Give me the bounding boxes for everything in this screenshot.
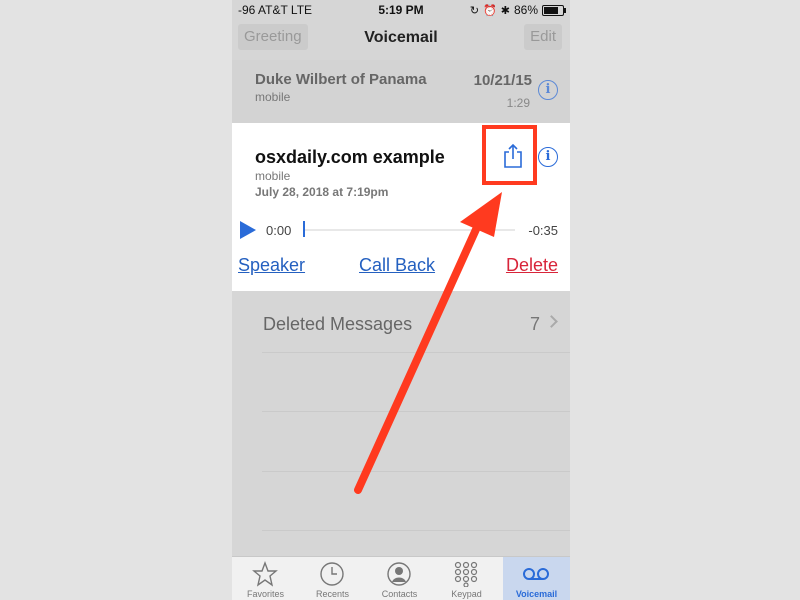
deleted-messages-row[interactable]: Deleted Messages 7 bbox=[232, 291, 570, 357]
keypad-icon bbox=[454, 561, 478, 587]
playhead[interactable] bbox=[303, 221, 305, 237]
voicemail-row[interactable]: Duke Wilbert of Panama mobile 10/21/15 1… bbox=[232, 60, 570, 123]
alarm-icon: ⏰ bbox=[483, 4, 497, 17]
edit-button[interactable]: Edit bbox=[524, 24, 562, 50]
star-icon bbox=[252, 561, 278, 587]
battery-icon bbox=[542, 4, 566, 16]
info-icon[interactable]: i bbox=[538, 147, 558, 167]
tab-favorites[interactable]: Favorites bbox=[232, 557, 299, 600]
tab-contacts[interactable]: Contacts bbox=[366, 557, 433, 600]
divider bbox=[262, 411, 570, 412]
person-icon bbox=[387, 562, 411, 586]
tab-label: Keypad bbox=[451, 589, 482, 599]
expanded-voicemail: osxdaily.com example mobile July 28, 201… bbox=[232, 123, 570, 291]
share-icon[interactable] bbox=[502, 143, 524, 169]
lock-rotation-icon: ↻ bbox=[469, 4, 480, 17]
divider bbox=[262, 352, 570, 353]
background-right bbox=[570, 0, 800, 600]
voicemail-icon bbox=[523, 568, 549, 580]
elapsed-time: 0:00 bbox=[266, 223, 292, 238]
tab-keypad[interactable]: Keypad bbox=[433, 557, 500, 600]
tab-bar: Favorites Recents Contacts Keypad Voicem… bbox=[232, 556, 570, 600]
tab-label: Voicemail bbox=[515, 589, 558, 599]
bluetooth-icon: ✱ bbox=[500, 4, 510, 17]
playback-scrubber[interactable] bbox=[303, 229, 515, 231]
expanded-caller-name: osxdaily.com example bbox=[255, 147, 445, 167]
voicemail-duration: 1:29 bbox=[506, 96, 530, 110]
phone-screen: -96 AT&T LTE 5:19 PM ↻ ⏰ ✱ 86% Greeting … bbox=[232, 0, 570, 600]
info-icon[interactable]: i bbox=[538, 80, 558, 100]
status-right: ↻ ⏰ ✱ 86% bbox=[469, 3, 566, 17]
tab-recents[interactable]: Recents bbox=[299, 557, 366, 600]
divider bbox=[262, 471, 570, 472]
audio-player: 0:00 -0:35 bbox=[232, 219, 570, 243]
nav-bar: Greeting Voicemail Edit bbox=[232, 20, 570, 60]
expanded-caller-type: mobile bbox=[255, 169, 291, 183]
battery-percent: 86% bbox=[513, 3, 538, 17]
expanded-date: July 28, 2018 at 7:19pm bbox=[255, 185, 389, 199]
status-bar: -96 AT&T LTE 5:19 PM ↻ ⏰ ✱ 86% bbox=[232, 0, 570, 20]
play-icon[interactable] bbox=[240, 221, 256, 239]
delete-button[interactable]: Delete bbox=[506, 255, 558, 276]
deleted-messages-count: 7 bbox=[529, 314, 540, 334]
page-title: Voicemail bbox=[364, 29, 438, 46]
background-left bbox=[0, 0, 232, 600]
deleted-messages-label: Deleted Messages bbox=[263, 314, 413, 334]
voicemail-date: 10/21/15 bbox=[473, 72, 532, 89]
voicemail-caller-type: mobile bbox=[255, 90, 291, 104]
chevron-right-icon bbox=[545, 315, 558, 328]
tab-label: Contacts bbox=[381, 589, 418, 599]
remaining-time: -0:35 bbox=[528, 223, 558, 238]
voicemail-caller-name: Duke Wilbert of Panama bbox=[255, 71, 427, 88]
tab-label: Favorites bbox=[246, 589, 284, 599]
share-button-highlight bbox=[482, 125, 537, 185]
voicemail-actions: Speaker Call Back Delete bbox=[232, 255, 570, 281]
tab-label: Recents bbox=[315, 589, 350, 599]
divider bbox=[262, 530, 570, 531]
speaker-button[interactable]: Speaker bbox=[238, 255, 305, 276]
clock-icon bbox=[320, 562, 344, 586]
tab-voicemail[interactable]: Voicemail bbox=[503, 557, 570, 600]
call-back-button[interactable]: Call Back bbox=[359, 255, 435, 276]
